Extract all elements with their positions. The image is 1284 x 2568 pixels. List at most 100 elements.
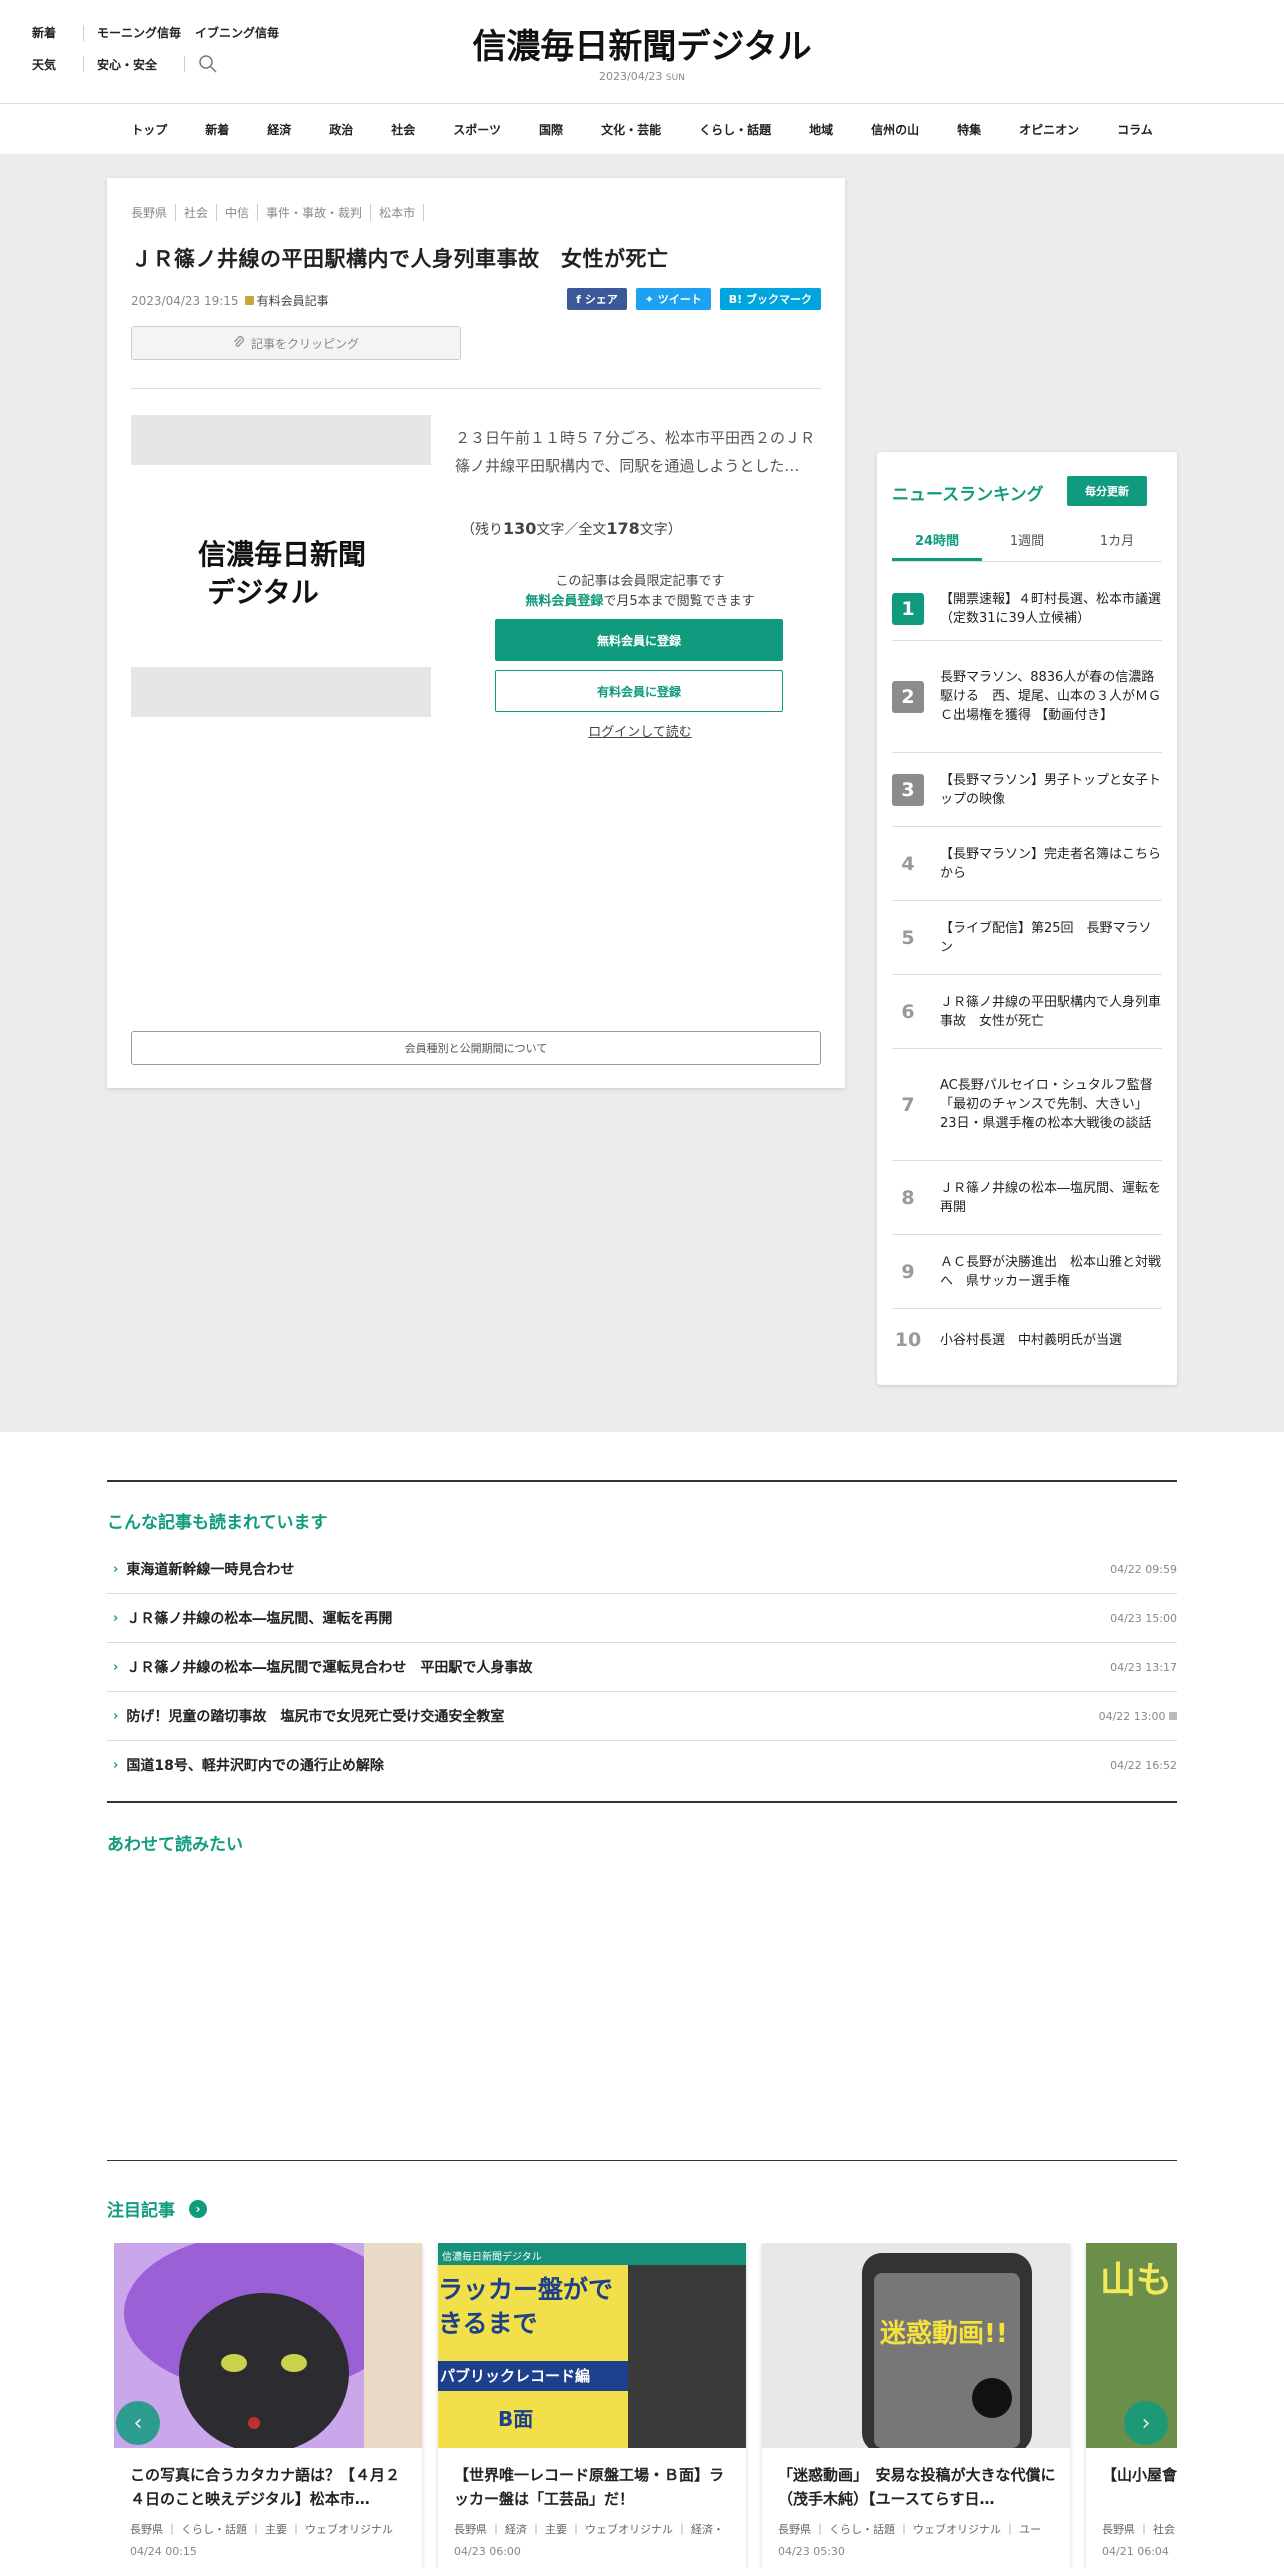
arrow-right-circle-icon[interactable]: ›	[189, 2199, 207, 2218]
ranking-item[interactable]: 5 【ライブ配信】第25回 長野マラソン	[892, 901, 1162, 975]
featured-card[interactable]: この写真に合うカタカナ語は？【４月２４日のこと映えデジタル】松本市… 長野県 ｜…	[114, 2243, 422, 2568]
card-title: この写真に合うカタカナ語は？【４月２４日のこと映えデジタル】松本市…	[130, 2466, 401, 2508]
rank-number: 1	[892, 593, 924, 625]
tag-link[interactable]: 中信	[217, 204, 259, 221]
ranking-item[interactable]: 3 【長野マラソン】男子トップと女子トップの映像	[892, 753, 1162, 827]
nav-sports[interactable]: スポーツ	[453, 121, 501, 138]
tweet-button[interactable]: ✦ ツイート	[635, 288, 711, 310]
tab-24h[interactable]: 24時間	[892, 530, 982, 561]
related-date: 04/22 13:00	[1099, 1710, 1177, 1723]
related-item[interactable]: › ＪＲ篠ノ井線の松本―塩尻間で運転見合わせ 平田駅で人身事故 04/23 13:1…	[107, 1643, 1177, 1692]
paid-label: 有料会員記事	[244, 292, 329, 309]
remain-count: 130	[503, 519, 537, 538]
rank-number: 6	[901, 1000, 915, 1023]
nav-economy[interactable]: 経済	[267, 121, 291, 138]
chevron-right-icon: ›	[1141, 2410, 1151, 2436]
card-image: 信濃毎日新聞デジタル ラッカー盤ができるまで パブリックレコード編 B面	[438, 2243, 746, 2448]
card-tags: 長野県 ｜ 経済 ｜ 主要 ｜ ウェブオリジナル ｜ 経済・	[454, 2523, 724, 2536]
card-title: 【山小屋會全てがそろ	[1102, 2466, 1177, 2484]
ranking-item[interactable]: 2 長野マラソン、8836人が春の信濃路駆ける 西、堤尾、山本の３人がＭＧＣ出場権…	[892, 641, 1162, 753]
tag-link[interactable]: 事件・事故・裁判	[258, 204, 372, 221]
chevron-right-icon: ›	[113, 1561, 119, 1577]
remaining-chars: （残り130文字／全文178文字）	[461, 519, 682, 539]
ranking-item[interactable]: 10 小谷村長選 中村義明氏が当選	[892, 1309, 1162, 1371]
nav-politics[interactable]: 政治	[329, 121, 353, 138]
related-item[interactable]: › 国道18号、軽井沢町内での通行止め解除 04/22 16:52	[107, 1741, 1177, 1789]
rank-number: 2	[892, 680, 924, 713]
related-item[interactable]: › 防げ！児童の踏切事故 塩尻市で女児死亡受け交通安全教室 04/22 13:00	[107, 1692, 1177, 1741]
tag-link[interactable]: 松本市	[371, 204, 425, 221]
article-card: 長野県 社会 中信 事件・事故・裁判 松本市 ＪＲ篠ノ井線の平田駅構内で人身列車…	[107, 178, 845, 1088]
rank-number: 8	[901, 1186, 915, 1209]
nav-latest[interactable]: 新着	[205, 121, 229, 138]
chevron-right-icon: ›	[113, 1610, 119, 1626]
ranking-list: 1 【開票速報】４町村長選、松本市議選（定数31に39人立候補） 2 長野マラソン、…	[892, 578, 1162, 1371]
related-date: 04/22 09:59	[1110, 1562, 1177, 1576]
ranking-headline: ＪＲ篠ノ井線の松本―塩尻間、運転を再開	[940, 1180, 1162, 1215]
nav-features[interactable]: 特集	[957, 121, 981, 138]
card-title: 【世界唯一レコード原盤工場・Ｂ面】ラッカー盤は「工芸品」だ！	[454, 2466, 725, 2508]
article-meta: 2023/04/23 19:15 有料会員記事	[131, 292, 329, 309]
link-evening[interactable]: イブニング信毎	[195, 24, 279, 41]
related-item[interactable]: › 東海道新幹線一時見合わせ 04/22 09:59	[107, 1545, 1177, 1594]
clip-article-button[interactable]: 記事をクリッピング	[131, 326, 461, 360]
rank-number: 10	[894, 1329, 922, 1351]
login-link[interactable]: ログインして読む	[495, 721, 785, 740]
ranking-headline: 【開票速報】４町村長選、松本市議選（定数31に39人立候補）	[940, 592, 1162, 626]
nav-top[interactable]: トップ	[131, 121, 167, 138]
carousel-next-button[interactable]: ›	[1124, 2401, 1168, 2445]
free-register-link[interactable]: 無料会員登録	[525, 594, 603, 609]
ranking-item[interactable]: 8 ＪＲ篠ノ井線の松本―塩尻間、運転を再開	[892, 1161, 1162, 1235]
article-lead: ２３日午前１１時５７分ごろ、松本市平田西２のＪＲ篠ノ井線平田駅構内で、同駅を通過…	[455, 429, 816, 475]
featured-card[interactable]: 信濃毎日新聞デジタル ラッカー盤ができるまで パブリックレコード編 B面 【世界…	[438, 2243, 746, 2568]
nav-column[interactable]: コラム	[1117, 121, 1153, 138]
ranking-item[interactable]: 7 AC長野パルセイロ・シュタルフ監督「最初のチャンスで先制、大きい」 23日・県…	[892, 1049, 1162, 1161]
link-latest[interactable]: 新着	[32, 24, 56, 41]
card-tags: 長野県 ｜ 社会	[1102, 2523, 1175, 2536]
tab-1week[interactable]: 1週間	[982, 530, 1072, 561]
update-badge: 毎分更新	[1067, 476, 1147, 506]
notice-line1: この記事は会員限定記事です	[555, 574, 725, 589]
nav-culture[interactable]: 文化・芸能	[601, 121, 661, 138]
link-morning[interactable]: モーニング信毎	[97, 24, 181, 41]
rank-number: 7	[901, 1093, 915, 1116]
ranking-headline: 長野マラソン、8836人が春の信濃路駆ける 西、堤尾、山本の３人がＭＧＣ出場権を…	[940, 670, 1162, 723]
facebook-share-button[interactable]: f シェア	[567, 288, 627, 310]
related-date: 04/22 16:52	[1110, 1758, 1177, 1772]
carousel-prev-button[interactable]: ‹	[116, 2401, 160, 2445]
hatena-bookmark-button[interactable]: B! ブックマーク	[719, 288, 821, 310]
nav-opinion[interactable]: オピニオン	[1019, 121, 1079, 138]
related-headline: 国道18号、軽井沢町内での通行止め解除	[126, 1758, 384, 1774]
nav-mountains[interactable]: 信州の山	[871, 121, 919, 138]
related-date: 04/23 15:00	[1110, 1611, 1177, 1625]
register-free-button[interactable]: 無料会員に登録	[495, 619, 783, 661]
membership-info-button[interactable]: 会員種別と公開期間について	[131, 1031, 821, 1065]
featured-card[interactable]: 迷惑動画!! 「迷惑動画」 安易な投稿が大きな代償に（茂手木純）【ユースてらす日…	[762, 2243, 1070, 2568]
article-title: ＪＲ篠ノ井線の平田駅構内で人身列車事故 女性が死亡	[131, 247, 669, 271]
header-date: 2023/04/23 SUN	[0, 70, 1284, 83]
register-paid-button[interactable]: 有料会員に登録	[495, 670, 783, 712]
nav-lifestyle[interactable]: くらし・話題	[699, 121, 771, 138]
remain-prefix: （残り	[461, 522, 503, 538]
card-pic-text: 山も	[1100, 2260, 1173, 2301]
ranking-item[interactable]: 1 【開票速報】４町村長選、松本市議選（定数31に39人立候補）	[892, 578, 1162, 641]
logo-text: 信濃毎日新聞デジタル	[472, 27, 811, 66]
paid-label-text: 有料会員記事	[256, 294, 329, 308]
card-image	[114, 2243, 422, 2448]
bookmark-label: ブックマーク	[746, 293, 812, 306]
cat-photo	[114, 2243, 422, 2448]
site-logo[interactable]: 信濃毎日新聞デジタル	[466, 22, 818, 66]
related-item[interactable]: › ＪＲ篠ノ井線の松本―塩尻間、運転を再開 04/23 15:00	[107, 1594, 1177, 1643]
ranking-item[interactable]: 6 ＪＲ篠ノ井線の平田駅構内で人身列車事故 女性が死亡	[892, 975, 1162, 1049]
card-date: 04/21 06:04	[1102, 2545, 1169, 2558]
ranking-item[interactable]: 9 ＡＣ長野が決勝進出 松本山雅と対戦へ 県サッカー選手権	[892, 1235, 1162, 1309]
card-date: 04/23 05:30	[778, 2545, 845, 2558]
article-image-logo: 信濃毎日新聞 デジタル	[198, 538, 366, 609]
tag-link[interactable]: 長野県	[131, 204, 177, 221]
nav-region[interactable]: 地域	[809, 121, 833, 138]
tab-1month[interactable]: 1カ月	[1072, 530, 1162, 561]
tag-link[interactable]: 社会	[176, 204, 218, 221]
nav-society[interactable]: 社会	[391, 121, 415, 138]
ranking-item[interactable]: 4 【長野マラソン】完走者名簿はこちらから	[892, 827, 1162, 901]
nav-international[interactable]: 国際	[539, 121, 563, 138]
